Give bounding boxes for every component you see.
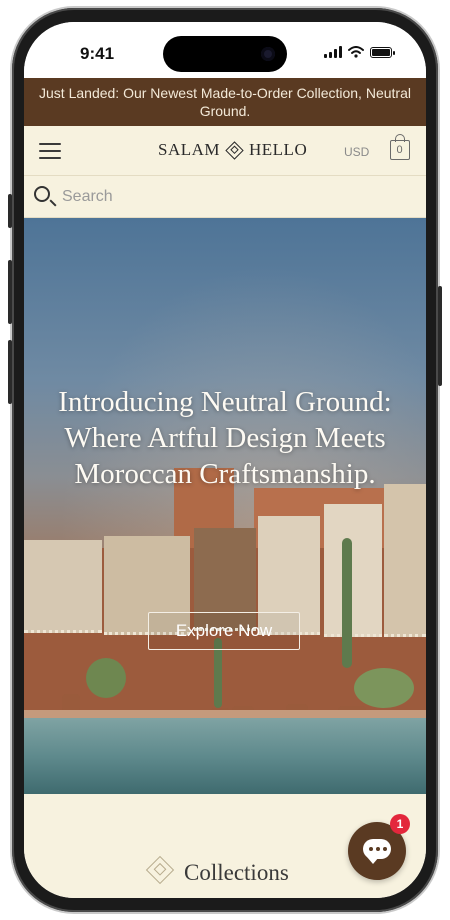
search-icon bbox=[34, 186, 50, 202]
status-time: 9:41 bbox=[80, 44, 115, 63]
screen: 9:41 Just Landed: Our Newest Made-to-Ord… bbox=[24, 22, 426, 898]
collections-heading: Collections bbox=[184, 860, 289, 885]
logo-text-left: SALAM bbox=[158, 140, 221, 159]
search-bar[interactable]: Search bbox=[24, 176, 426, 218]
chat-icon bbox=[363, 839, 391, 864]
status-icons bbox=[324, 46, 395, 58]
menu-icon[interactable] bbox=[39, 143, 61, 159]
status-bar: 9:41 bbox=[24, 22, 426, 78]
power-button bbox=[438, 286, 442, 386]
logo-text-right: HELLO bbox=[249, 140, 308, 159]
dynamic-island bbox=[163, 36, 287, 72]
brand-logo[interactable]: SALAM HELLO bbox=[158, 140, 307, 160]
logo-diamond-icon bbox=[225, 140, 244, 160]
camera-icon bbox=[261, 47, 275, 61]
hero-cactus bbox=[342, 538, 352, 668]
site-header: SALAM HELLO USD 0 bbox=[24, 126, 426, 176]
battery-icon bbox=[370, 46, 395, 58]
announcement-bar[interactable]: Just Landed: Our Newest Made-to-Order Co… bbox=[24, 78, 426, 126]
collections-diamond-icon bbox=[145, 855, 175, 885]
hero-banner: Introducing Neutral Ground: Where Artful… bbox=[24, 218, 426, 794]
volume-up-button bbox=[8, 260, 12, 324]
hero-rug bbox=[324, 504, 382, 637]
search-input[interactable]: Search bbox=[62, 188, 113, 206]
hero-plant bbox=[354, 668, 414, 708]
chat-button[interactable]: 1 bbox=[348, 814, 410, 880]
cellular-signal-icon bbox=[324, 46, 342, 58]
wifi-icon bbox=[348, 46, 364, 58]
hero-pool bbox=[24, 718, 426, 794]
chat-notification-badge: 1 bbox=[390, 814, 410, 834]
announcement-text: Just Landed: Our Newest Made-to-Order Co… bbox=[39, 85, 411, 119]
explore-now-button[interactable]: Explore Now bbox=[148, 612, 300, 650]
cart-icon[interactable]: 0 bbox=[390, 134, 410, 160]
action-button bbox=[8, 194, 12, 228]
hero-plant bbox=[86, 658, 126, 698]
volume-down-button bbox=[8, 340, 12, 404]
hero-rug bbox=[24, 540, 102, 633]
hero-rug bbox=[384, 484, 426, 637]
currency-selector[interactable]: USD bbox=[344, 145, 369, 159]
hero-title: Introducing Neutral Ground: Where Artful… bbox=[58, 386, 392, 490]
cart-count: 0 bbox=[396, 144, 403, 156]
